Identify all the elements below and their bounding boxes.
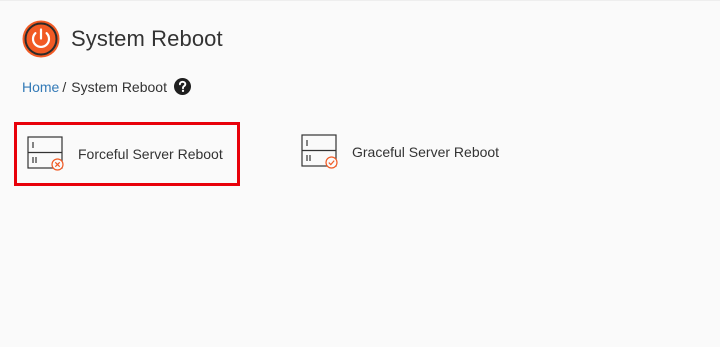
question-circle-icon[interactable] — [173, 78, 191, 95]
page-title: System Reboot — [71, 26, 223, 51]
power-icon — [22, 20, 60, 58]
forceful-reboot-tile[interactable]: Forceful Server Reboot — [14, 122, 240, 186]
graceful-reboot-label: Graceful Server Reboot — [352, 144, 500, 160]
breadcrumb-current: System Reboot — [71, 78, 167, 95]
page-header: System Reboot — [22, 20, 223, 58]
breadcrumb-home-link[interactable]: Home — [22, 79, 59, 95]
server-check-icon — [301, 134, 339, 170]
graceful-reboot-tile[interactable]: Graceful Server Reboot — [301, 134, 499, 170]
server-error-icon — [27, 136, 65, 172]
top-divider — [0, 0, 720, 1]
breadcrumb-separator: / — [62, 78, 67, 95]
breadcrumb: Home / System Reboot — [22, 78, 191, 95]
forceful-reboot-label: Forceful Server Reboot — [78, 146, 223, 162]
